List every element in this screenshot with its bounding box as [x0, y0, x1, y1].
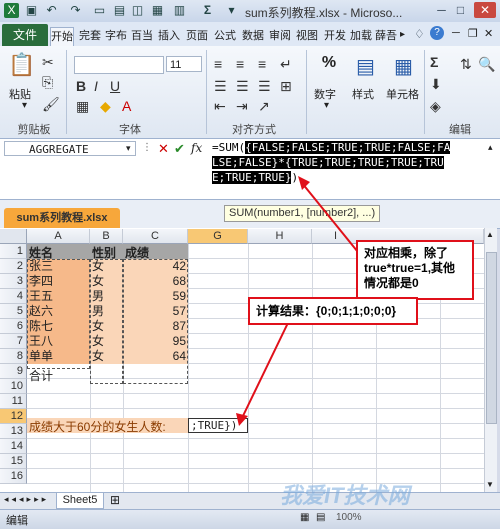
- arrowhead-formula: [298, 176, 310, 190]
- annotation-multiply-note: 对应相乘，除了true*true=1,其他情况都是0: [356, 240, 474, 300]
- arrowhead-cell: [236, 413, 248, 426]
- watermark-logo: 我爱IT技术网: [280, 483, 410, 508]
- annotation-result-note: 计算结果：{0;0;1;1;0;0;0}: [248, 297, 418, 325]
